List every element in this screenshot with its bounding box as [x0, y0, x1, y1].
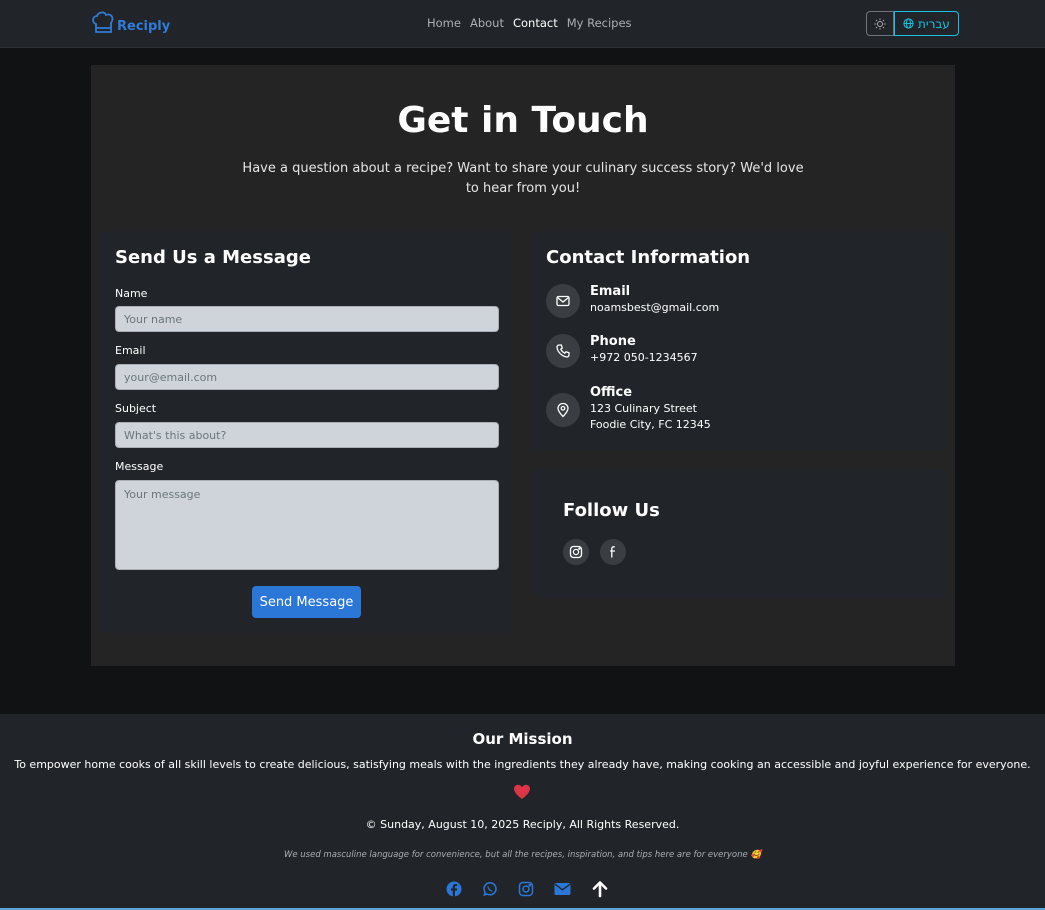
whatsapp-icon[interactable]	[482, 881, 498, 897]
follow-panel: Follow Us	[532, 469, 946, 598]
globe-icon	[903, 18, 914, 29]
contact-email-item: Email noamsbest@gmail.com	[546, 284, 719, 318]
message-form-panel: Send Us a Message Name Your name Email y…	[99, 231, 513, 633]
nav-link-contact[interactable]: Contact	[513, 16, 558, 30]
page-title: Get in Touch	[397, 100, 649, 141]
arrow-up-icon[interactable]	[591, 880, 609, 898]
office-heading: Office	[590, 385, 633, 400]
instagram-icon[interactable]	[518, 881, 534, 897]
mission-text: To empower home cooks of all skill level…	[14, 758, 1031, 771]
facebook-icon[interactable]	[600, 539, 626, 565]
heart-icon	[513, 784, 531, 804]
nav-link-my-recipes[interactable]: My Recipes	[567, 16, 632, 30]
chef-hat-icon	[92, 11, 114, 33]
phone-value[interactable]: +972 050-1234567	[590, 350, 698, 366]
send-message-button[interactable]: Send Message	[252, 586, 361, 618]
inclusive-language-note: We used masculine language for convenien…	[283, 850, 762, 860]
subject-input[interactable]: What's this about?	[115, 422, 499, 448]
brand-logo[interactable]: Reciply	[90, 10, 170, 36]
nav-link-about[interactable]: About	[470, 16, 504, 30]
theme-toggle-button[interactable]	[866, 11, 894, 36]
message-label: Message	[115, 460, 164, 473]
contact-info-title: Contact Information	[546, 247, 751, 268]
mission-title: Our Mission	[472, 730, 573, 748]
name-label: Name	[115, 287, 148, 300]
office-line-1: 123 Culinary Street	[590, 402, 697, 415]
name-input[interactable]: Your name	[115, 306, 499, 332]
page-subtitle: Have a question about a recipe? Want to …	[242, 161, 804, 196]
sun-icon	[874, 18, 886, 29]
nav-links: Home About Contact My Recipes	[427, 16, 632, 30]
mail-icon[interactable]	[554, 882, 571, 896]
message-textarea[interactable]: Your message	[115, 480, 499, 570]
email-input[interactable]: your@email.com	[115, 364, 499, 390]
brand-name: Reciply	[117, 19, 171, 34]
email-heading: Email	[590, 284, 631, 299]
subject-label: Subject	[115, 402, 157, 415]
contact-info-panel: Contact Information Email noamsbest@gmai…	[532, 231, 946, 450]
nav-link-home[interactable]: Home	[427, 16, 461, 30]
office-line-2: Foodie City, FC 12345	[590, 418, 711, 431]
language-button[interactable]: עברית	[894, 11, 959, 36]
instagram-icon[interactable]	[563, 539, 589, 565]
form-title: Send Us a Message	[115, 247, 311, 268]
email-value[interactable]: noamsbest@gmail.com	[590, 300, 719, 316]
facebook-icon[interactable]	[446, 881, 462, 897]
map-pin-icon	[546, 393, 580, 427]
language-label: עברית	[918, 16, 950, 31]
contact-office-item: Office 123 Culinary Street Foodie City, …	[546, 385, 711, 433]
phone-icon	[546, 334, 580, 368]
email-label: Email	[115, 344, 146, 357]
contact-section: Get in Touch Have a question about a rec…	[91, 65, 955, 666]
contact-phone-item: Phone +972 050-1234567	[546, 334, 698, 368]
nav-controls: עברית	[866, 11, 959, 36]
footer-social-links	[446, 880, 609, 898]
phone-heading: Phone	[590, 334, 636, 349]
copyright-text: © Sunday, August 10, 2025 Reciply, All R…	[365, 818, 680, 831]
follow-title: Follow Us	[563, 500, 660, 521]
mail-icon	[546, 284, 580, 318]
footer: Our Mission To empower home cooks of all…	[0, 714, 1045, 910]
navbar: Reciply Home About Contact My Recipes עב…	[0, 0, 1045, 48]
